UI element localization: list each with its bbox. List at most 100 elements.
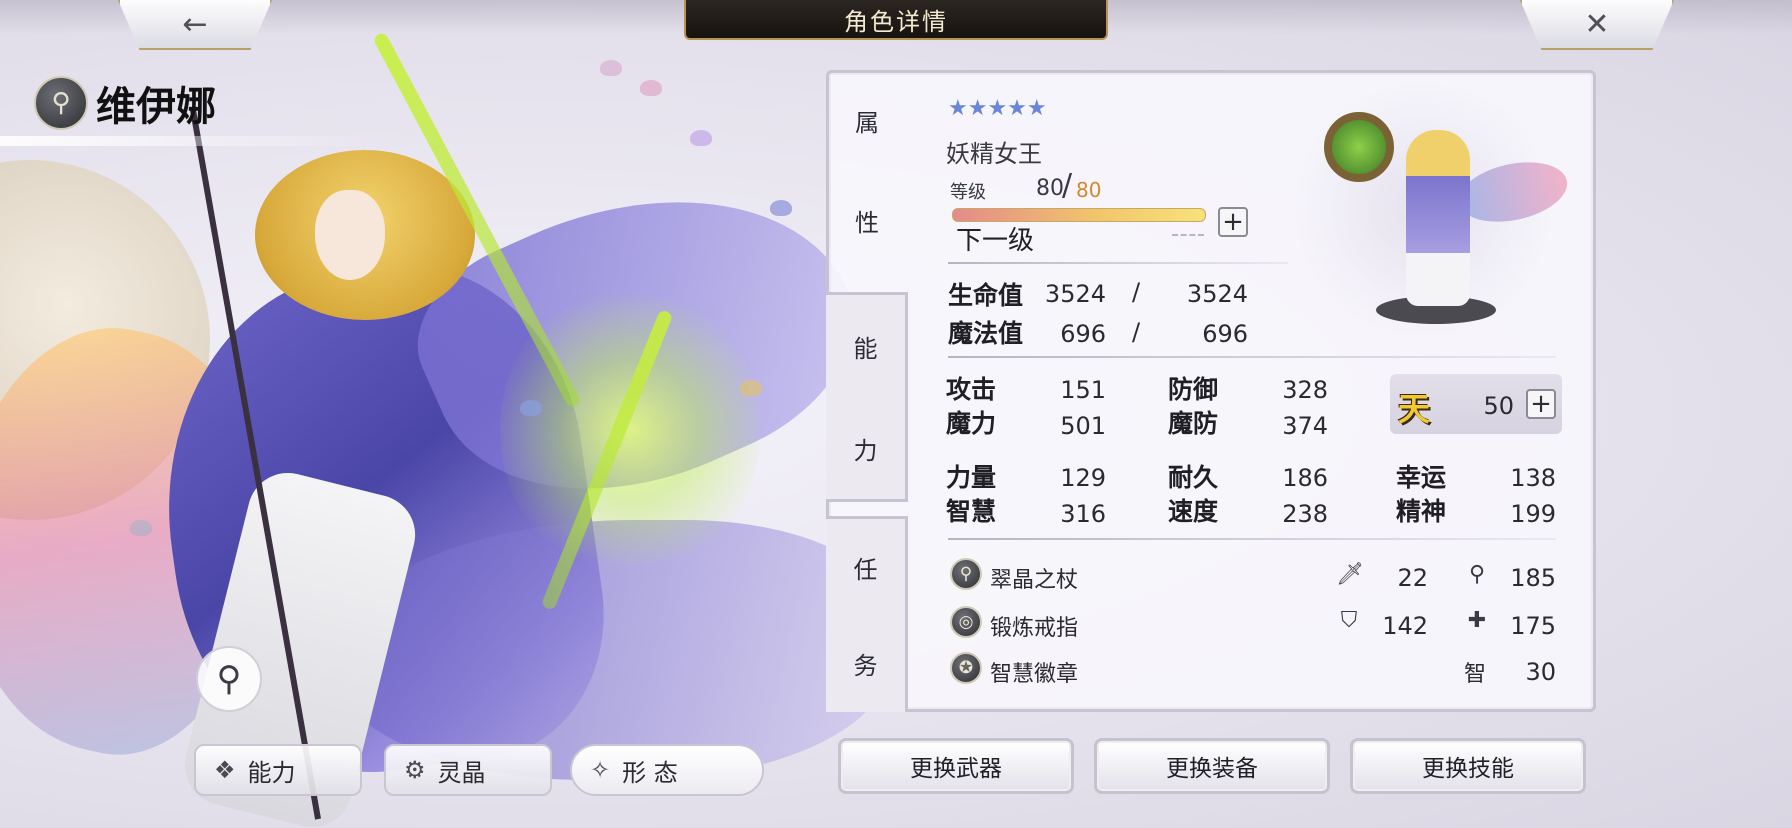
back-arrow-icon: ← bbox=[182, 6, 208, 42]
side-tab-ability[interactable]: 能 力 bbox=[826, 292, 908, 502]
name-underline bbox=[0, 136, 370, 146]
tab-ability[interactable]: ❖ 能力 bbox=[194, 744, 362, 796]
hp-slash: / bbox=[1132, 278, 1141, 306]
badge-wisdom: 30 bbox=[1525, 658, 1556, 686]
strength-label: 力量 bbox=[946, 463, 997, 492]
ring-defense: 142 bbox=[1382, 612, 1428, 640]
side-tab-attributes-char: 性 bbox=[855, 208, 879, 237]
talent-add-button[interactable]: + bbox=[1526, 389, 1556, 419]
talent-icon: 天 bbox=[1398, 390, 1431, 428]
level-label: 等级 bbox=[950, 182, 986, 203]
divider bbox=[948, 262, 1288, 264]
next-level-label: 下一级 bbox=[956, 226, 1035, 256]
magic-value: 501 bbox=[1060, 412, 1106, 440]
defense-label: 防御 bbox=[1168, 375, 1219, 404]
tab-crystal-label: 灵晶 bbox=[437, 758, 486, 787]
change-weapon-button[interactable]: 更换武器 bbox=[838, 738, 1074, 794]
panel-side-tabs: 属 性 能 力 任 务 bbox=[826, 70, 908, 712]
next-level-placeholder bbox=[1172, 234, 1204, 236]
side-tab-attributes[interactable]: 属 性 bbox=[826, 70, 908, 270]
chibi-staff-orb bbox=[1324, 112, 1394, 182]
hp-label: 生命值 bbox=[948, 281, 1024, 310]
tab-form-label: 形 态 bbox=[622, 758, 678, 787]
cross-shield-icon: ✚ bbox=[1467, 608, 1487, 633]
magnifier-icon: ⚲ bbox=[216, 659, 242, 699]
wisdom-value: 316 bbox=[1060, 500, 1106, 528]
mdef-label: 魔防 bbox=[1168, 409, 1219, 438]
zoom-artwork-button[interactable]: ⚲ bbox=[196, 646, 262, 712]
tab-form[interactable]: ✧ 形 态 bbox=[570, 744, 764, 796]
change-skill-button[interactable]: 更换技能 bbox=[1350, 738, 1586, 794]
hp-current: 3524 bbox=[1044, 280, 1106, 308]
side-tab-ability-char: 力 bbox=[853, 436, 878, 465]
staff-class-icon: ⚲ bbox=[34, 76, 88, 130]
luck-label: 幸运 bbox=[1396, 463, 1447, 492]
magic-label: 魔力 bbox=[946, 409, 997, 438]
mp-label: 魔法值 bbox=[948, 319, 1024, 348]
mdef-value: 374 bbox=[1282, 412, 1328, 440]
defense-value: 328 bbox=[1282, 376, 1328, 404]
tab-ability-label: 能力 bbox=[247, 758, 296, 787]
chibi-portrait bbox=[1288, 84, 1578, 344]
character-name-block: ⚲ 维伊娜 bbox=[34, 74, 216, 132]
mp-slash: / bbox=[1132, 318, 1141, 346]
crystal-form-icon: ✧ bbox=[590, 756, 611, 784]
spirit-label: 精神 bbox=[1396, 497, 1447, 526]
grid-icon: ❖ bbox=[214, 756, 236, 784]
weapon-attack: 22 bbox=[1397, 564, 1428, 592]
talent-value: 50 bbox=[1483, 392, 1514, 420]
divider bbox=[948, 356, 1556, 358]
character-face bbox=[315, 190, 385, 280]
sword-icon: 🗡 bbox=[1336, 562, 1364, 587]
mp-current: 696 bbox=[1060, 320, 1106, 348]
level-slash: / bbox=[1062, 168, 1073, 203]
change-equipment-button[interactable]: 更换装备 bbox=[1094, 738, 1330, 794]
badge-wisdom-label: 智 bbox=[1464, 662, 1487, 687]
ring-equip-icon: ◎ bbox=[950, 606, 982, 638]
weapon-name: 翠晶之杖 bbox=[990, 568, 1079, 593]
speed-value: 238 bbox=[1282, 500, 1328, 528]
level-current: 80 bbox=[1036, 176, 1064, 201]
butterfly bbox=[520, 400, 542, 416]
badge-name: 智慧徽章 bbox=[990, 662, 1079, 687]
side-tab-mission[interactable]: 任 务 bbox=[826, 516, 908, 712]
weapon-magic: 185 bbox=[1510, 564, 1556, 592]
divider bbox=[948, 538, 1556, 540]
butterfly bbox=[640, 80, 662, 96]
level-up-button[interactable]: + bbox=[1218, 207, 1248, 237]
hp-max: 3524 bbox=[1186, 280, 1248, 308]
spirit-value: 199 bbox=[1510, 500, 1556, 528]
wisdom-label: 智慧 bbox=[946, 497, 997, 526]
butterfly bbox=[740, 380, 762, 396]
ring-name: 锻炼戒指 bbox=[990, 616, 1079, 641]
speed-label: 速度 bbox=[1168, 497, 1219, 526]
back-button[interactable]: ← bbox=[118, 0, 272, 50]
luck-value: 138 bbox=[1510, 464, 1556, 492]
butterfly bbox=[130, 520, 152, 536]
tab-crystal[interactable]: ⚙ 灵晶 bbox=[384, 744, 552, 796]
gear-icon: ⚙ bbox=[404, 756, 426, 784]
side-tab-ability-char: 能 bbox=[853, 334, 878, 363]
ring-mdef: 175 bbox=[1510, 612, 1556, 640]
character-title: 妖精女王 bbox=[946, 140, 1042, 168]
staff-icon: ⚲ bbox=[1468, 562, 1486, 587]
plus-icon: + bbox=[1222, 207, 1244, 237]
shield-icon: ⛉ bbox=[1340, 608, 1358, 633]
close-icon: ✕ bbox=[1584, 6, 1610, 42]
character-name: 维伊娜 bbox=[96, 84, 216, 130]
butterfly bbox=[770, 200, 792, 216]
page-title: 角色详情 bbox=[684, 0, 1108, 40]
endurance-value: 186 bbox=[1282, 464, 1328, 492]
attack-label: 攻击 bbox=[946, 375, 997, 404]
attack-value: 151 bbox=[1060, 376, 1106, 404]
butterfly bbox=[690, 130, 712, 146]
side-tab-mission-char: 务 bbox=[853, 652, 878, 681]
level-max: 80 bbox=[1076, 178, 1102, 202]
close-button[interactable]: ✕ bbox=[1520, 0, 1674, 50]
staff-equip-icon: ⚲ bbox=[950, 558, 982, 590]
strength-value: 129 bbox=[1060, 464, 1106, 492]
badge-equip-icon: ✪ bbox=[950, 652, 982, 684]
mp-max: 696 bbox=[1202, 320, 1248, 348]
rarity-stars: ★★★★★ bbox=[948, 96, 1047, 121]
butterfly bbox=[600, 60, 622, 76]
